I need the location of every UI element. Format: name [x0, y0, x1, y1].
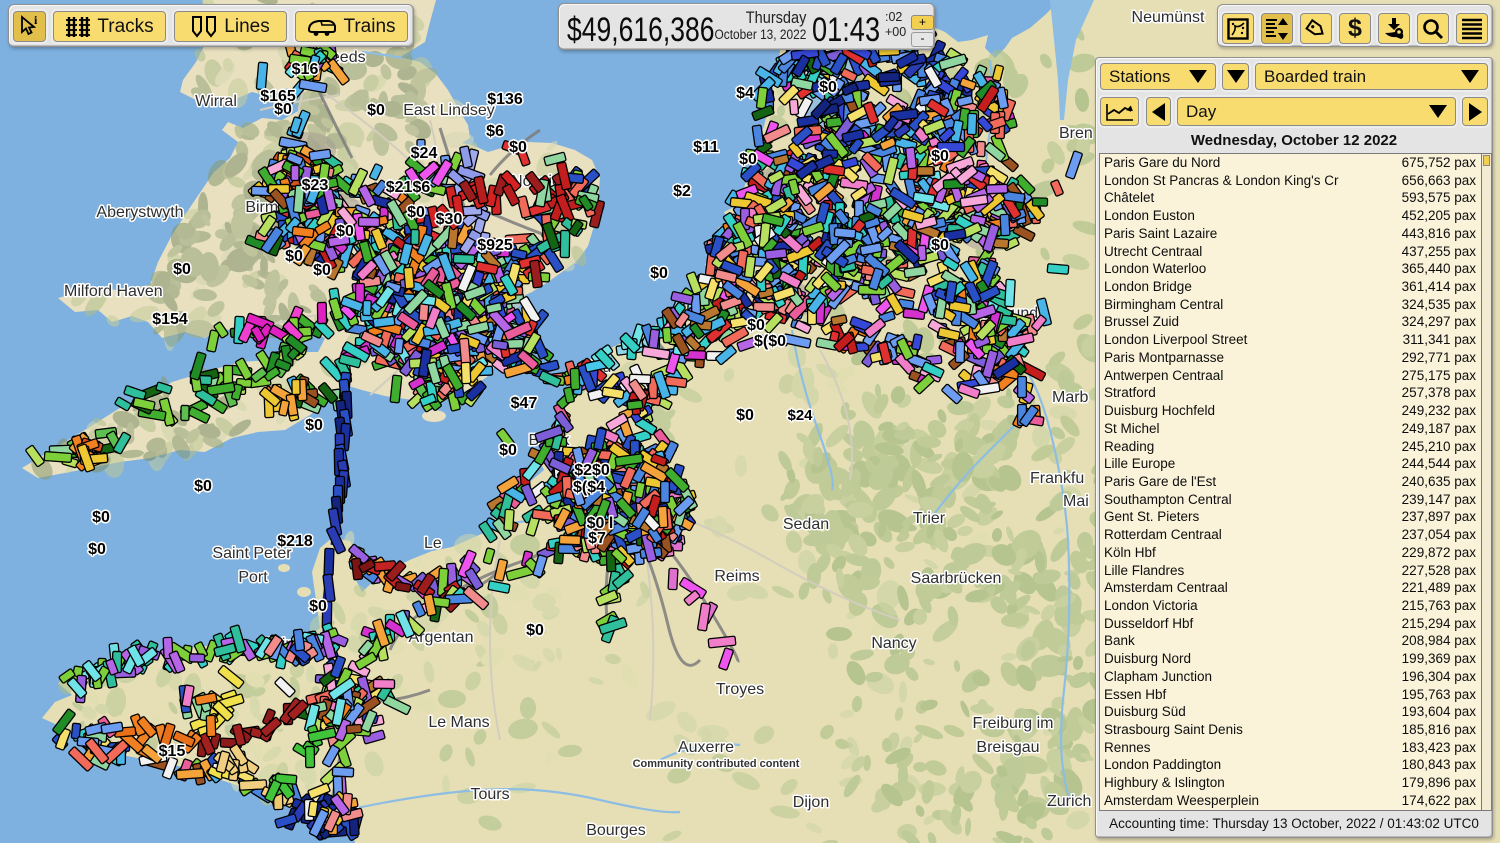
svg-text:Bourges: Bourges	[586, 822, 646, 839]
svg-text:$0: $0	[92, 509, 110, 526]
svg-text:Reims: Reims	[714, 568, 759, 585]
svg-text:Frankfu: Frankfu	[1030, 470, 1084, 487]
svg-text:$47: $47	[511, 395, 538, 412]
svg-text:$0: $0	[736, 407, 754, 424]
svg-text:$0: $0	[285, 248, 303, 265]
svg-text:$0: $0	[367, 102, 385, 119]
svg-text:Auxerre: Auxerre	[678, 739, 734, 756]
svg-text:Marb: Marb	[1052, 389, 1089, 406]
svg-text:i: i	[34, 15, 38, 27]
svg-text:Aberystwyth: Aberystwyth	[96, 204, 183, 221]
svg-text:$7: $7	[588, 530, 606, 547]
svg-text:Troyes: Troyes	[716, 681, 764, 698]
svg-text:$0: $0	[509, 139, 527, 156]
svg-text:Port: Port	[238, 569, 268, 586]
svg-text:$16: $16	[292, 61, 319, 78]
svg-text:$154: $154	[152, 311, 188, 328]
svg-text:$($0: $($0	[754, 333, 786, 350]
svg-text:$0: $0	[747, 317, 765, 334]
svg-text:Milford Haven: Milford Haven	[64, 283, 163, 300]
svg-text:Dijon: Dijon	[793, 794, 829, 811]
svg-text:$0: $0	[309, 598, 327, 615]
svg-text:Zurich: Zurich	[1047, 793, 1091, 810]
svg-text:Le Mans: Le Mans	[428, 714, 489, 731]
svg-text:$2$0: $2$0	[574, 462, 610, 479]
svg-text:$($4: $($4	[573, 479, 605, 496]
svg-text:$24: $24	[411, 145, 438, 162]
svg-text:Tours: Tours	[470, 786, 509, 803]
svg-text:Wirral: Wirral	[195, 93, 237, 110]
svg-text:$0: $0	[274, 101, 292, 118]
svg-text:$0: $0	[739, 151, 757, 168]
svg-text:$15: $15	[159, 743, 186, 760]
svg-text:$0: $0	[650, 265, 668, 282]
svg-text:$0: $0	[931, 237, 949, 254]
svg-text:Le: Le	[424, 535, 442, 552]
svg-text:$0: $0	[931, 148, 949, 165]
svg-text:East Lindsey: East Lindsey	[403, 102, 495, 119]
svg-text:$11: $11	[693, 139, 719, 156]
svg-text:$0: $0	[173, 261, 191, 278]
svg-text:$0: $0	[88, 541, 106, 558]
svg-text:Trier: Trier	[913, 510, 946, 527]
svg-text:$24: $24	[787, 407, 813, 424]
svg-text:$0: $0	[305, 417, 323, 434]
svg-text:$0: $0	[499, 442, 517, 459]
svg-text:Freiburg im: Freiburg im	[973, 715, 1054, 732]
svg-text:$4: $4	[736, 85, 754, 102]
svg-text:$0: $0	[313, 262, 331, 279]
svg-text:$2: $2	[673, 183, 691, 200]
svg-text:$21$6: $21$6	[386, 179, 431, 196]
svg-text:Neumünst: Neumünst	[1132, 9, 1205, 26]
svg-text:$0: $0	[526, 622, 544, 639]
svg-text:Nancy: Nancy	[871, 635, 916, 652]
svg-text:$0: $0	[407, 204, 425, 221]
svg-text:Sedan: Sedan	[783, 516, 829, 533]
svg-text:Saarbrücken: Saarbrücken	[911, 570, 1002, 587]
svg-text:$0: $0	[819, 79, 837, 96]
svg-text:$0: $0	[194, 478, 212, 495]
svg-text:$30: $30	[436, 211, 463, 228]
svg-text:$6: $6	[486, 123, 504, 140]
svg-text:Community contributed content: Community contributed content	[633, 758, 800, 770]
svg-text:Mai: Mai	[1063, 493, 1089, 510]
svg-text:Breisgau: Breisgau	[976, 739, 1039, 756]
svg-text:$136: $136	[487, 91, 523, 108]
svg-text:$0: $0	[336, 223, 354, 240]
svg-text:$23: $23	[302, 177, 329, 194]
svg-text:Bren: Bren	[1059, 125, 1093, 142]
svg-text:$925: $925	[477, 237, 513, 254]
svg-text:$218: $218	[277, 533, 313, 550]
